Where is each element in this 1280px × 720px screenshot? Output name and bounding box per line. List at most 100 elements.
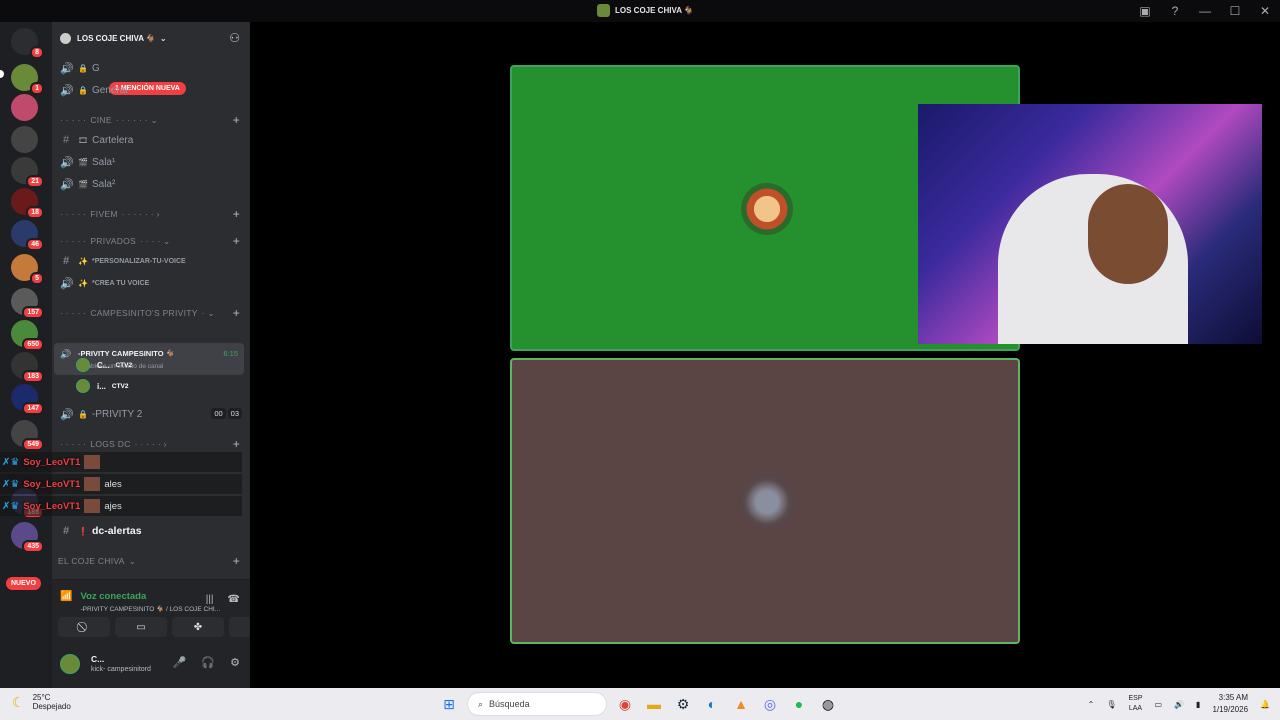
server-icon[interactable] [11, 94, 38, 121]
discord-home-button[interactable]: 8 [11, 28, 44, 59]
server-badge: 435 [22, 540, 44, 553]
guild-header[interactable]: LOS COJE CHIVA 🐐 ⌄ ⚇ [52, 22, 250, 54]
server-icon[interactable]: 183 [11, 352, 44, 383]
server-icon[interactable]: 5 [11, 254, 44, 285]
volume-icon[interactable]: 🔊 [1174, 700, 1184, 709]
battery-icon[interactable]: ▮ [1196, 700, 1200, 709]
channel-label: General³ [91, 84, 131, 96]
avatar [741, 183, 793, 235]
edge-icon[interactable]: ◐ [701, 693, 723, 715]
server-icon[interactable]: 157 [11, 288, 44, 319]
server-icon[interactable]: 650 [11, 320, 44, 351]
noise-suppression-icon[interactable]: ||| [206, 594, 214, 605]
clock[interactable]: 3:35 AM 1/19/2026 [1212, 692, 1248, 716]
close-button[interactable]: ✕ [1250, 4, 1280, 18]
voice-location[interactable]: -PRIVITY CAMPESINITO 🐐 / LOS COJE CHI... [80, 605, 220, 613]
overlay-chat-row: ✗♛ Soy_LeoVT1 ales [0, 474, 242, 494]
voice-user-name: C... [97, 360, 110, 370]
start-button-icon[interactable]: ⊞ [438, 693, 460, 715]
server-icon[interactable]: 1 [11, 64, 44, 95]
file-explorer-icon[interactable]: ▬ [643, 693, 665, 715]
server-icon[interactable]: 21 [11, 157, 44, 188]
sparkle-icon: ✨ [78, 256, 88, 266]
mic-tray-icon[interactable]: 🎙 [1106, 700, 1116, 709]
overlay-chat-row: ✗♛ Soy_LeoVT1 [0, 452, 242, 472]
new-badge[interactable]: NUEVO [6, 577, 41, 590]
speaker-icon: 🔊 [60, 62, 74, 75]
add-channel-icon[interactable]: + [233, 554, 240, 568]
channel-label: Cartelera [92, 134, 134, 146]
app-icon[interactable]: ▲ [730, 693, 752, 715]
steam-icon[interactable]: ⚙ [672, 693, 694, 715]
category-label: CAMPESINITO'S PRIVITY [90, 308, 198, 318]
settings-gear-icon[interactable]: ⚙ [230, 656, 240, 669]
server-icon[interactable]: 549 [11, 420, 44, 451]
inbox-icon[interactable]: ▣ [1130, 4, 1160, 18]
category-logs[interactable]: · · · · · LOGS DC · · · · · › + [52, 434, 250, 454]
voice-user[interactable]: C... CTV2 [76, 356, 132, 374]
channel-personalizar[interactable]: # ✨ *PERSONALIZAR-TU-VOICE [52, 251, 250, 271]
webcam-head [1088, 184, 1168, 284]
search-box[interactable]: ⌕ Búsqueda [467, 692, 607, 716]
add-channel-icon[interactable]: + [233, 234, 240, 248]
notification-icon[interactable]: 🔔 [1260, 700, 1270, 709]
avatar[interactable] [60, 654, 80, 674]
category-cine[interactable]: · · · · · CINE · · · · · · ⌄ + [52, 110, 250, 130]
invite-user-icon[interactable]: ⚇ [229, 31, 240, 45]
user-name[interactable]: C... [91, 654, 104, 664]
category-fivem[interactable]: · · · · · FIVEM · · · · · · › + [52, 204, 250, 224]
server-icon[interactable]: 147 [11, 384, 44, 415]
help-icon[interactable]: ? [1160, 4, 1190, 18]
language-indicator[interactable]: ESP LAA [1128, 694, 1142, 714]
search-icon: ⌕ [478, 698, 484, 709]
microphone-icon[interactable]: 🎤 [173, 656, 187, 669]
signal-icon[interactable]: 📶 [60, 591, 72, 602]
network-icon[interactable]: ▭ [1155, 700, 1163, 709]
server-icon[interactable]: 18 [11, 188, 44, 219]
channel-voice-g[interactable]: 🔊 🔒 G [52, 58, 250, 78]
disconnect-icon[interactable]: ☎ [228, 594, 240, 605]
user-panel: C... kick- campesinitord 🎤 🎧 ⚙ [52, 646, 250, 688]
maximize-button[interactable]: ☐ [1220, 4, 1250, 18]
participant-tile[interactable] [510, 358, 1020, 644]
server-badge: 147 [22, 402, 44, 415]
category-label: CINE [90, 115, 112, 125]
category-el-coje-chiva[interactable]: EL COJE CHIVA ⌄ + [52, 551, 250, 571]
channel-sala2[interactable]: 🔊 🎬 Sala² [52, 174, 250, 194]
activities-button[interactable]: ✤ [172, 617, 224, 637]
channel-cartelera[interactable]: # 🎞 Cartelera [52, 130, 250, 150]
headphones-icon[interactable]: 🎧 [201, 656, 215, 669]
channel-label: *PERSONALIZAR-TU-VOICE [91, 257, 186, 265]
voice-user-limit: 00 03 [211, 408, 242, 419]
add-channel-icon[interactable]: + [233, 437, 240, 451]
camera-toggle-button[interactable]: ⃠ [58, 617, 110, 637]
voice-user[interactable]: i... CTV2 [76, 377, 129, 395]
guild-name: LOS COJE CHIVA 🐐 [77, 33, 156, 43]
server-icon[interactable] [11, 126, 38, 153]
category-campesinito[interactable]: · · · · · CAMPESINITO'S PRIVITY · ⌄ + [52, 303, 250, 323]
discord-icon[interactable]: ◎ [759, 693, 781, 715]
channel-dc-alertas[interactable]: # ❗ dc-alertas [52, 521, 250, 541]
speaker-icon: 🔊 [60, 277, 74, 290]
server-icon[interactable]: 46 [11, 220, 44, 251]
overlay-username: Soy_LeoVT1 [23, 456, 81, 468]
category-privados[interactable]: · · · · · PRIVADOS · · · · ⌄ + [52, 231, 250, 251]
system-tray: ⌃ 🎙 ESP LAA ▭ 🔊 ▮ 3:35 AM 1/19/2026 🔔 [1088, 692, 1270, 716]
add-channel-icon[interactable]: + [233, 113, 240, 127]
channel-sala1[interactable]: 🔊 🎬 Sala¹ [52, 152, 250, 172]
channel-crea-voice[interactable]: 🔊 ✨ *CREA TU VOICE [52, 273, 250, 293]
obs-icon[interactable]: ◍ [817, 693, 839, 715]
spotify-icon[interactable]: ● [788, 693, 810, 715]
chrome-icon[interactable]: ◉ [614, 693, 636, 715]
server-icon[interactable]: 435 [11, 522, 44, 553]
user-status: kick- campesinitord [91, 666, 151, 673]
minimize-button[interactable]: — [1190, 4, 1220, 18]
chevron-up-icon[interactable]: ⌃ [1088, 700, 1095, 709]
weather-widget[interactable]: ☾ 25°C Despejado [12, 693, 71, 711]
guild-icon [597, 4, 610, 17]
channel-general[interactable]: 🔊 🔒 General³ [52, 80, 250, 100]
moon-icon: ☾ [12, 693, 25, 710]
add-channel-icon[interactable]: + [233, 207, 240, 221]
screen-share-button[interactable]: ▭ [115, 617, 167, 637]
add-channel-icon[interactable]: + [233, 306, 240, 320]
